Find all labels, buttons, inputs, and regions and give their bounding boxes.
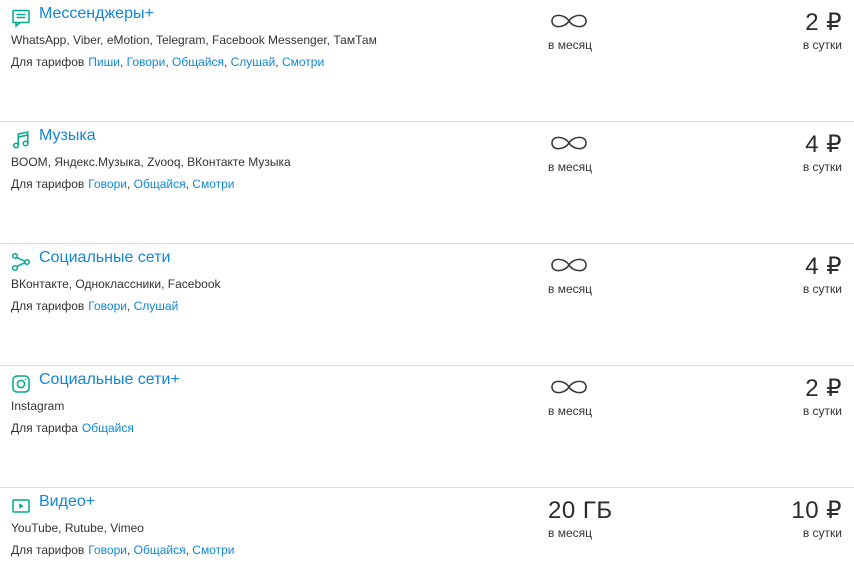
option-tariffs: Для тарифов Говори, Общайся, Смотри (11, 177, 235, 191)
price-value: 10 ₽ (791, 497, 842, 524)
infinity-icon (551, 380, 587, 394)
volume-period: в месяц (548, 404, 593, 418)
tariff-link-slushay[interactable]: Слушай (231, 55, 276, 69)
option-tariffs: Для тарифа Общайся (11, 421, 134, 435)
option-title[interactable]: Музыка (39, 127, 96, 145)
price-value: 4 ₽ (805, 253, 842, 280)
tariff-link-govori[interactable]: Говори (88, 299, 127, 313)
tariffs-prefix: Для тарифов (11, 55, 85, 69)
option-apps: YouTube, Rutube, Vimeo (11, 521, 144, 535)
price-value: 4 ₽ (805, 131, 842, 158)
price-period: в сутки (802, 282, 842, 296)
infinity-icon (551, 258, 587, 272)
price-value: 2 ₽ (805, 9, 842, 36)
tariff-link-pishi[interactable]: Пиши (88, 55, 120, 69)
option-price: 2 ₽ в сутки (803, 9, 842, 52)
volume-period: в месяц (548, 282, 593, 296)
tariff-link-smotri[interactable]: Смотри (192, 543, 234, 557)
tariff-link-obshchaysya[interactable]: Общайся (172, 55, 224, 69)
tariff-link-obshchaysya[interactable]: Общайся (134, 177, 186, 191)
option-volume: в месяц (548, 253, 668, 296)
option-apps: ВКонтакте, Одноклассники, Facebook (11, 277, 221, 291)
tariff-link-govori[interactable]: Говори (88, 543, 127, 557)
service-options-list: Мессенджеры+ WhatsApp, Viber, eMotion, T… (0, 0, 854, 570)
option-row-video: Видео+ YouTube, Rutube, Vimeo Для тарифо… (0, 488, 854, 570)
volume-period: в месяц (548, 526, 593, 540)
volume-value: 20 ГБ (548, 497, 613, 524)
option-row-social: Социальные сети ВКонтакте, Одноклассники… (0, 244, 854, 366)
tariff-link-smotri[interactable]: Смотри (192, 177, 234, 191)
volume-period: в месяц (548, 160, 593, 174)
option-row-social-plus: Социальные сети+ Instagram Для тарифа Общ… (0, 366, 854, 488)
price-value: 2 ₽ (805, 375, 842, 402)
option-volume: 20 ГБ в месяц (548, 497, 668, 540)
chat-icon (11, 8, 31, 28)
option-price: 10 ₽ в сутки (791, 497, 842, 540)
option-price: 4 ₽ в сутки (803, 253, 842, 296)
price-period: в сутки (802, 38, 842, 52)
option-title[interactable]: Социальные сети+ (39, 371, 180, 389)
price-period: в сутки (802, 404, 842, 418)
option-apps: WhatsApp, Viber, eMotion, Telegram, Face… (11, 33, 377, 47)
video-play-icon (11, 496, 31, 516)
option-tariffs: Для тарифов Пиши, Говори, Общайся, Слушай… (11, 55, 325, 69)
option-volume: в месяц (548, 375, 668, 418)
tariffs-prefix: Для тарифов (11, 299, 85, 313)
tariffs-prefix: Для тарифа (11, 421, 78, 435)
music-note-icon (11, 130, 31, 150)
option-title[interactable]: Социальные сети (39, 249, 170, 267)
tariff-link-obshchaysya[interactable]: Общайся (134, 543, 186, 557)
option-volume: в месяц (548, 9, 668, 52)
option-title[interactable]: Мессенджеры+ (39, 5, 154, 23)
option-volume: в месяц (548, 131, 668, 174)
share-nodes-icon (11, 252, 31, 272)
option-tariffs: Для тарифов Говори, Слушай (11, 299, 179, 313)
instagram-icon (11, 374, 31, 394)
option-row-music: Музыка BOOM, Яндекс.Музыка, Zvooq, ВКонт… (0, 122, 854, 244)
option-row-messengers: Мессенджеры+ WhatsApp, Viber, eMotion, T… (0, 0, 854, 122)
volume-period: в месяц (548, 38, 593, 52)
tariff-link-smotri[interactable]: Смотри (282, 55, 324, 69)
infinity-icon (551, 14, 587, 28)
option-apps: Instagram (11, 399, 65, 413)
tariff-link-govori[interactable]: Говори (127, 55, 166, 69)
option-title[interactable]: Видео+ (39, 493, 95, 511)
infinity-icon (551, 136, 587, 150)
tariffs-prefix: Для тарифов (11, 543, 85, 557)
tariff-link-slushay[interactable]: Слушай (134, 299, 179, 313)
tariff-link-obshchaysya[interactable]: Общайся (82, 421, 134, 435)
option-price: 4 ₽ в сутки (803, 131, 842, 174)
price-period: в сутки (802, 160, 842, 174)
option-price: 2 ₽ в сутки (803, 375, 842, 418)
price-period: в сутки (802, 526, 842, 540)
tariff-link-govori[interactable]: Говори (88, 177, 127, 191)
option-tariffs: Для тарифов Говори, Общайся, Смотри (11, 543, 235, 557)
tariffs-prefix: Для тарифов (11, 177, 85, 191)
option-apps: BOOM, Яндекс.Музыка, Zvooq, ВКонтакте Му… (11, 155, 291, 169)
